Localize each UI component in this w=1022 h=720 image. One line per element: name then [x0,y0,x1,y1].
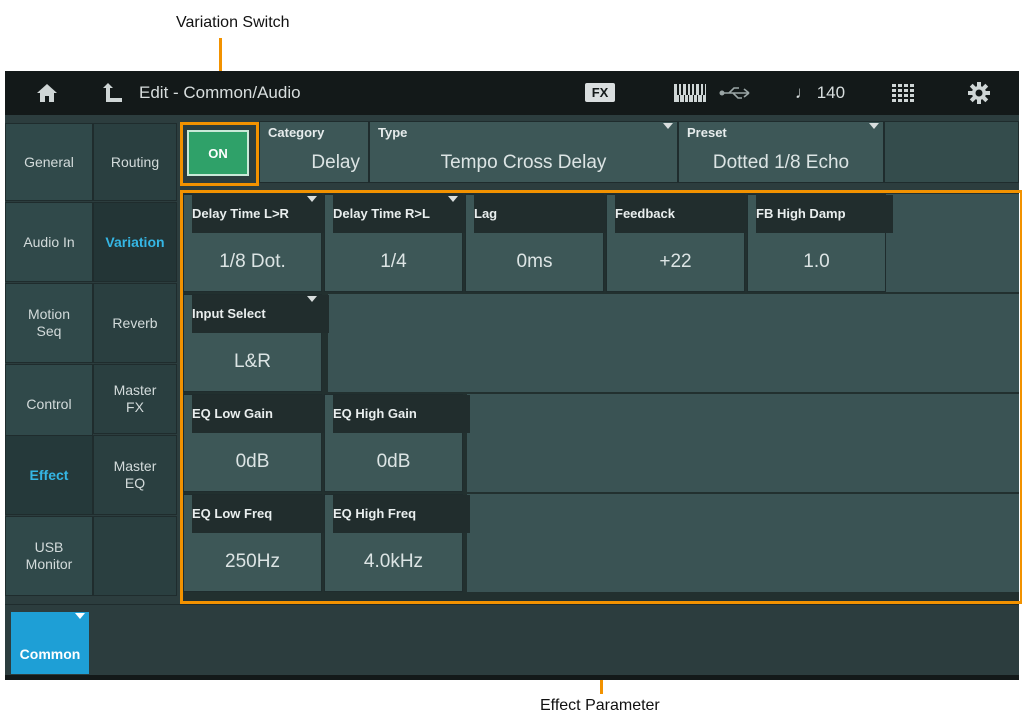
grid-icon[interactable] [885,71,921,115]
tab-routing-label: Routing [110,153,160,170]
tab-usb-monitor-label: USB Monitor [25,539,73,572]
tab-audio-in[interactable]: Audio In [5,202,93,282]
tab-effect[interactable]: Effect [5,435,93,515]
tab-variation[interactable]: Variation [93,202,177,282]
tab-reverb[interactable]: Reverb [93,283,177,363]
category-label: Category [268,125,325,140]
top-bar: Edit - Common/Audio FX ♩ 140 [5,71,1019,115]
bottom-divider [5,675,1019,680]
home-icon[interactable] [25,71,69,115]
tab-master-fx-label: Master FX [113,382,157,415]
common-button[interactable]: Common [11,612,89,674]
category-value: Delay [311,152,360,173]
variation-switch-highlight [180,122,259,186]
type-dropdown-icon [663,123,673,129]
tab-reverb-label: Reverb [112,314,158,331]
tab-variation-label: Variation [105,233,165,250]
tab-effect-label: Effect [29,466,69,483]
tab-general-label: General [24,153,74,170]
keyboard-icon [671,71,709,115]
preset-label: Preset [687,125,727,140]
type-label: Type [378,125,408,140]
tab-master-eq-label: Master EQ [113,458,157,491]
tab-routing[interactable]: Routing [93,123,177,201]
back-arrow-icon[interactable] [93,71,133,115]
tab-master-eq[interactable]: Master EQ [93,435,177,515]
preset-value: Dotted 1/8 Echo [712,152,850,173]
common-dropdown-icon [75,613,85,619]
preset-dropdown-icon [869,123,879,129]
common-label: Common [19,646,81,662]
header-empty-cell [884,121,1019,183]
tempo-display: ♩ 140 [795,83,846,102]
fx-badge[interactable]: FX [585,83,615,102]
gear-icon[interactable] [959,71,999,115]
tab-motion-seq[interactable]: Motion Seq [5,283,93,363]
tab-control-label: Control [26,395,72,412]
variation-switch-callout: Variation Switch [176,14,290,31]
preset-field[interactable]: Preset Dotted 1/8 Echo [678,121,884,183]
effect-parameter-highlight [180,190,1022,604]
usb-icon [713,71,761,115]
tab-motion-seq-label: Motion Seq [27,306,71,339]
category-field[interactable]: Category Delay [259,121,369,183]
page-title: Edit - Common/Audio [139,83,301,102]
bottom-bar [5,604,1019,680]
tab-audio-in-label: Audio In [23,233,75,250]
tab-usb-monitor[interactable]: USB Monitor [5,516,93,596]
type-value: Tempo Cross Delay [440,152,607,173]
type-field[interactable]: Type Tempo Cross Delay [369,121,678,183]
sub-tab-empty [93,516,177,596]
tab-general[interactable]: General [5,123,93,201]
tab-master-fx[interactable]: Master FX [93,364,177,434]
tab-control[interactable]: Control [5,364,93,444]
effect-parameter-callout: Effect Parameter [540,697,660,714]
